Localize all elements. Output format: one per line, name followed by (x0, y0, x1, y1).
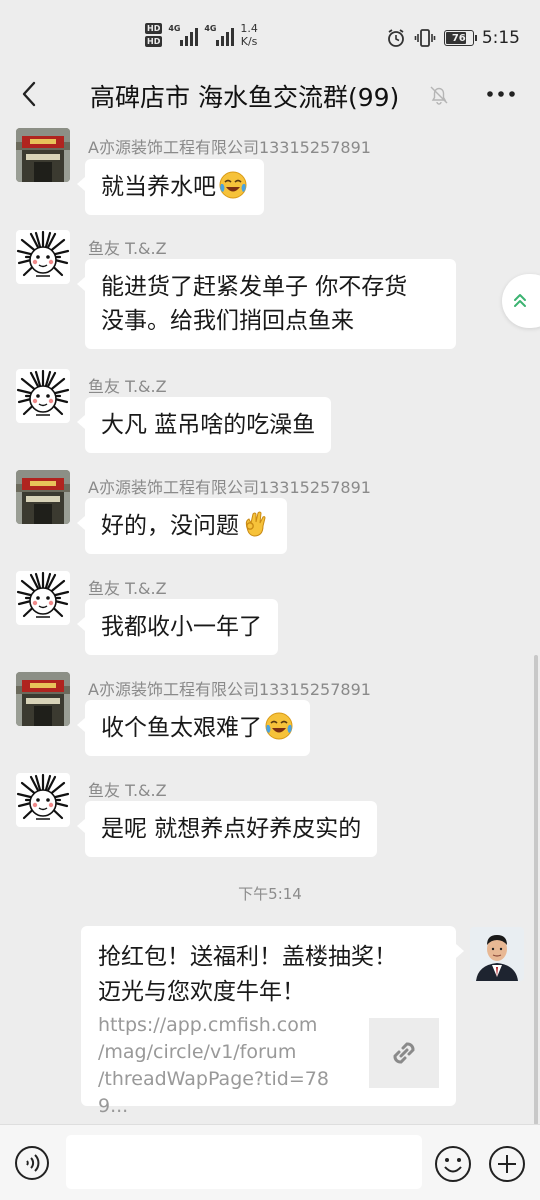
network-speed: 1.4 K/s (240, 22, 258, 48)
network-type-label: 4G (204, 24, 217, 33)
shop-sign-avatar[interactable] (16, 128, 70, 182)
more-dots-icon (487, 91, 515, 97)
spiky-hair-cartoon-avatar[interactable] (16, 369, 70, 423)
chevron-left-icon (22, 81, 36, 107)
crying-laughing-emoji (264, 711, 294, 741)
message-bubble[interactable]: 好的，没问题 (77, 498, 287, 554)
message-text: 就当养水吧 (101, 174, 216, 200)
status-time: 5:15 (481, 28, 520, 48)
link-card-url: https://app.cmfish.com /mag/circle/v1/fo… (98, 1012, 358, 1120)
message-text-line: 没事。给我们捎回点鱼来 (101, 308, 354, 334)
chat-message-list[interactable]: A亦源装饰工程有限公司13315257891 就当养水吧 鱼友 T.&.Z 能进… (0, 126, 540, 1124)
more-options-button[interactable] (484, 80, 518, 108)
network-speed-unit: K/s (240, 35, 258, 48)
link-card-title: 抢红包！送福利！盖楼抽奖！ 迈光与您欢度牛年！ (98, 940, 438, 1010)
chat-header: 高碑店市 海水鱼交流群(99) (0, 64, 540, 126)
link-card-title-line: 抢红包！送福利！盖楼抽奖！ (98, 944, 397, 970)
message-text: 我都收小一年了 (101, 614, 262, 640)
plus-circle-icon[interactable] (488, 1145, 526, 1183)
sender-name: 鱼友 T.&.Z (88, 377, 167, 396)
message-text: 好的，没问题 (101, 513, 239, 539)
link-icon (393, 1042, 415, 1064)
message-text: 大凡 蓝吊啥的吃澡鱼 (101, 412, 316, 438)
status-left: HD HD 4G 4G 1.4 K/s (145, 22, 258, 48)
message-bubble[interactable]: 大凡 蓝吊啥的吃澡鱼 (76, 397, 332, 453)
crying-laughing-emoji (218, 170, 248, 200)
link-card-thumbnail (369, 1018, 439, 1088)
double-chevron-up-icon (514, 294, 526, 307)
hd-badge: HD (145, 23, 163, 34)
scroll-to-mention-button[interactable] (502, 274, 540, 328)
chat-title: 高碑店市 海水鱼交流群(99) (90, 83, 400, 112)
message-text: 是呢 就想养点好养皮实的 (101, 816, 362, 842)
bell-muted-icon (430, 86, 448, 105)
message-bubble[interactable]: 是呢 就想养点好养皮实的 (76, 801, 378, 857)
network-type-label: 4G (168, 24, 181, 33)
link-card-title-line: 迈光与您欢度牛年！ (98, 979, 305, 1005)
ok-hand-emoji (241, 509, 271, 539)
voice-icon[interactable] (14, 1145, 50, 1181)
hd-badge: HD (145, 36, 163, 47)
alarm-icon (387, 29, 404, 47)
hd-badges: HD HD (145, 23, 163, 47)
battery-icon: 76 (443, 30, 477, 46)
signal-strength-icon: 4G (204, 24, 235, 46)
spiky-hair-cartoon-avatar[interactable] (16, 230, 70, 284)
sender-name: A亦源装饰工程有限公司13315257891 (88, 138, 371, 157)
time-divider: 下午5:14 (238, 885, 302, 903)
sender-name: A亦源装饰工程有限公司13315257891 (88, 478, 371, 497)
network-speed-value: 1.4 (240, 22, 258, 35)
shop-sign-avatar[interactable] (16, 672, 70, 726)
scrollbar[interactable] (534, 655, 538, 1125)
vibrate-icon (414, 29, 436, 47)
back-button[interactable] (14, 78, 46, 110)
spiky-hair-cartoon-avatar[interactable] (16, 773, 70, 827)
link-card[interactable]: 抢红包！送福利！盖楼抽奖！ 迈光与您欢度牛年！ https://app.cmfi… (81, 926, 464, 1117)
link-card-url-line: https://app.cmfish.com (98, 1014, 318, 1036)
message-bubble[interactable]: 我都收小一年了 (77, 599, 278, 655)
message-text-line: 能进货了赶紧发单子 你不存货 (101, 274, 408, 300)
link-card-url-line: /threadWapPage?tid=789... (98, 1068, 329, 1117)
signal-strength-icon: 4G (168, 24, 199, 46)
man-in-suit-avatar[interactable] (470, 927, 524, 981)
sender-name: 鱼友 T.&.Z (88, 579, 167, 598)
message-bubble[interactable]: 收个鱼太艰难了 (77, 700, 310, 756)
smiley-icon[interactable] (434, 1145, 472, 1183)
sender-name: 鱼友 T.&.Z (88, 239, 167, 258)
message-input[interactable] (66, 1135, 422, 1189)
input-bar (0, 1124, 540, 1200)
shop-sign-avatar[interactable] (16, 470, 70, 524)
spiky-hair-cartoon-avatar[interactable] (16, 571, 70, 625)
sender-name: 鱼友 T.&.Z (88, 781, 167, 800)
message-text: 收个鱼太艰难了 (101, 715, 262, 741)
link-card-url-line: /mag/circle/v1/forum (98, 1041, 297, 1063)
status-right: 76 5:15 (386, 28, 520, 48)
message-bubble[interactable]: 就当养水吧 (77, 159, 264, 215)
battery-level: 76 (451, 32, 466, 44)
sender-name: A亦源装饰工程有限公司13315257891 (88, 680, 371, 699)
message-bubble[interactable]: 能进货了赶紧发单子 你不存货 没事。给我们捎回点鱼来 (77, 259, 456, 349)
